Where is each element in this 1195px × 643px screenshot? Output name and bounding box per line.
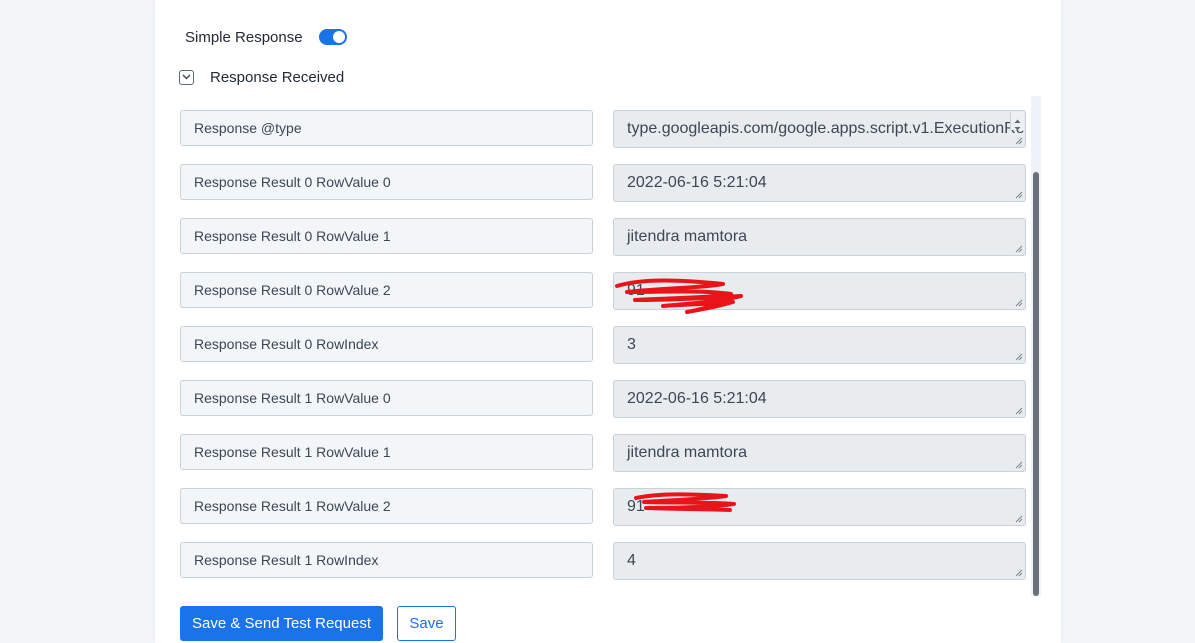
resize-grip-icon[interactable] xyxy=(1015,407,1023,415)
response-value-text: 91 xyxy=(627,282,645,299)
response-value-text: 2022-06-16 5:21:04 xyxy=(627,174,767,191)
toggle-knob xyxy=(332,31,345,43)
response-row: Response Result 1 RowIndex 4 xyxy=(180,542,1030,580)
response-value-field[interactable]: 3 xyxy=(613,326,1026,364)
response-value-field[interactable]: jitendra mamtora xyxy=(613,434,1026,472)
resize-grip-icon[interactable] xyxy=(1015,515,1023,523)
response-row: Response Result 1 RowValue 2 91 xyxy=(180,488,1030,526)
response-received-label: Response Received xyxy=(210,68,345,86)
response-key-field: Response Result 1 RowValue 2 xyxy=(180,488,593,524)
simple-response-toggle[interactable] xyxy=(318,29,347,45)
spinner-arrows-icon[interactable] xyxy=(1010,112,1024,131)
settings-card: Simple Response Response Received Respon… xyxy=(155,0,1061,643)
response-row: Response Result 0 RowValue 1 jitendra ma… xyxy=(180,218,1030,256)
response-value-field[interactable]: 2022-06-16 5:21:04 xyxy=(613,164,1026,202)
response-row: Response Result 0 RowValue 0 2022-06-16 … xyxy=(180,164,1030,202)
chevron-down-icon[interactable] xyxy=(179,69,194,85)
response-row: Response Result 1 RowValue 1 jitendra ma… xyxy=(180,434,1030,472)
simple-response-label: Simple Response xyxy=(185,28,303,46)
resize-grip-icon[interactable] xyxy=(1015,137,1023,145)
response-value-text: 2022-06-16 5:21:04 xyxy=(627,390,767,407)
resize-grip-icon[interactable] xyxy=(1015,569,1023,577)
response-value-text: jitendra mamtora xyxy=(627,444,748,461)
response-row: Response Result 0 RowIndex 3 xyxy=(180,326,1030,364)
response-value-field[interactable]: jitendra mamtora xyxy=(613,218,1026,256)
save-and-send-test-request-button[interactable]: Save & Send Test Request xyxy=(180,606,383,641)
response-key-field: Response Result 0 RowValue 0 xyxy=(180,164,593,200)
response-fields: Response @type type.googleapis.com/googl… xyxy=(180,96,1042,596)
response-key-field: Response Result 0 RowValue 1 xyxy=(180,218,593,254)
response-row: Response Result 1 RowValue 0 2022-06-16 … xyxy=(180,380,1030,418)
resize-grip-icon[interactable] xyxy=(1015,299,1023,307)
response-row: Response @type type.googleapis.com/googl… xyxy=(180,110,1030,148)
response-value-field[interactable]: 2022-06-16 5:21:04 xyxy=(613,380,1026,418)
response-value-field[interactable]: 91 xyxy=(613,272,1026,310)
response-value-text: jitendra mamtora xyxy=(627,228,748,245)
response-key-field: Response Result 1 RowValue 1 xyxy=(180,434,593,470)
response-value-field[interactable]: type.googleapis.com/google.apps.script.v… xyxy=(613,110,1026,148)
resize-grip-icon[interactable] xyxy=(1015,461,1023,469)
resize-grip-icon[interactable] xyxy=(1015,191,1023,199)
response-value-text: 91 xyxy=(627,498,645,515)
simple-response-row: Simple Response xyxy=(185,26,347,48)
response-value-text: 4 xyxy=(627,552,636,569)
response-key-field: Response Result 1 RowValue 0 xyxy=(180,380,593,416)
resize-grip-icon[interactable] xyxy=(1015,245,1023,253)
response-key-field: Response Result 0 RowValue 2 xyxy=(180,272,593,308)
response-key-field: Response Result 1 RowIndex xyxy=(180,542,593,578)
scrollbar-thumb[interactable] xyxy=(1033,172,1039,596)
response-received-header[interactable]: Response Received xyxy=(179,66,344,88)
response-value-field[interactable]: 4 xyxy=(613,542,1026,580)
response-value-field[interactable]: 91 xyxy=(613,488,1026,526)
response-row: Response Result 0 RowValue 2 91 xyxy=(180,272,1030,314)
resize-grip-icon[interactable] xyxy=(1015,353,1023,361)
response-key-field: Response Result 0 RowIndex xyxy=(180,326,593,362)
response-key-field: Response @type xyxy=(180,110,593,146)
save-button[interactable]: Save xyxy=(397,606,456,641)
response-value-text: 3 xyxy=(627,336,636,353)
scrollbar[interactable] xyxy=(1031,96,1041,596)
response-value-text: type.googleapis.com/google.apps.script.v… xyxy=(627,120,1025,137)
